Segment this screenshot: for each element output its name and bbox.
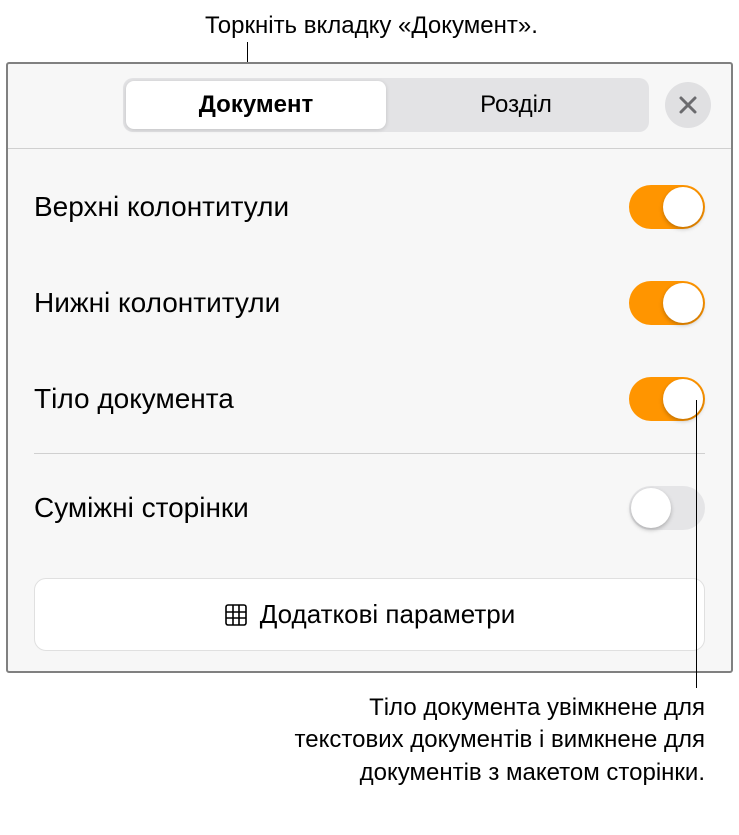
- section-divider: [34, 453, 705, 454]
- settings-list: Верхні колонтитули Нижні колонтитули Тіл…: [8, 149, 731, 556]
- close-button[interactable]: [665, 82, 711, 128]
- segmented-control: Документ Розділ: [123, 78, 649, 132]
- toggle-footers[interactable]: [629, 281, 705, 325]
- callout-bottom-text: Тіло документа увімкнене для текстових д…: [265, 692, 705, 789]
- setting-body: Тіло документа: [34, 351, 705, 447]
- toggle-headers[interactable]: [629, 185, 705, 229]
- tab-document[interactable]: Документ: [126, 81, 386, 129]
- setting-headers: Верхні колонтитули: [34, 159, 705, 255]
- toggle-knob: [631, 488, 671, 528]
- grid-icon: [224, 603, 248, 627]
- callout-line-bottom: [696, 400, 697, 688]
- more-options-label: Додаткові параметри: [260, 599, 516, 630]
- callout-top-text: Торкніть вкладку «Документ».: [205, 12, 538, 40]
- close-icon: [678, 95, 698, 115]
- tab-section[interactable]: Розділ: [386, 81, 646, 129]
- toggle-knob: [663, 379, 703, 419]
- setting-headers-label: Верхні колонтитули: [34, 191, 289, 223]
- setting-footers: Нижні колонтитули: [34, 255, 705, 351]
- toggle-knob: [663, 187, 703, 227]
- toggle-body[interactable]: [629, 377, 705, 421]
- toggle-knob: [663, 283, 703, 323]
- setting-footers-label: Нижні колонтитули: [34, 287, 280, 319]
- more-options-button[interactable]: Додаткові параметри: [34, 578, 705, 651]
- setting-facing-label: Суміжні сторінки: [34, 492, 249, 524]
- setting-body-label: Тіло документа: [34, 383, 234, 415]
- toggle-facing[interactable]: [629, 486, 705, 530]
- tab-bar: Документ Розділ: [8, 64, 731, 132]
- document-panel: Документ Розділ Верхні колонтитули Нижні…: [6, 62, 733, 673]
- setting-facing: Суміжні сторінки: [34, 460, 705, 556]
